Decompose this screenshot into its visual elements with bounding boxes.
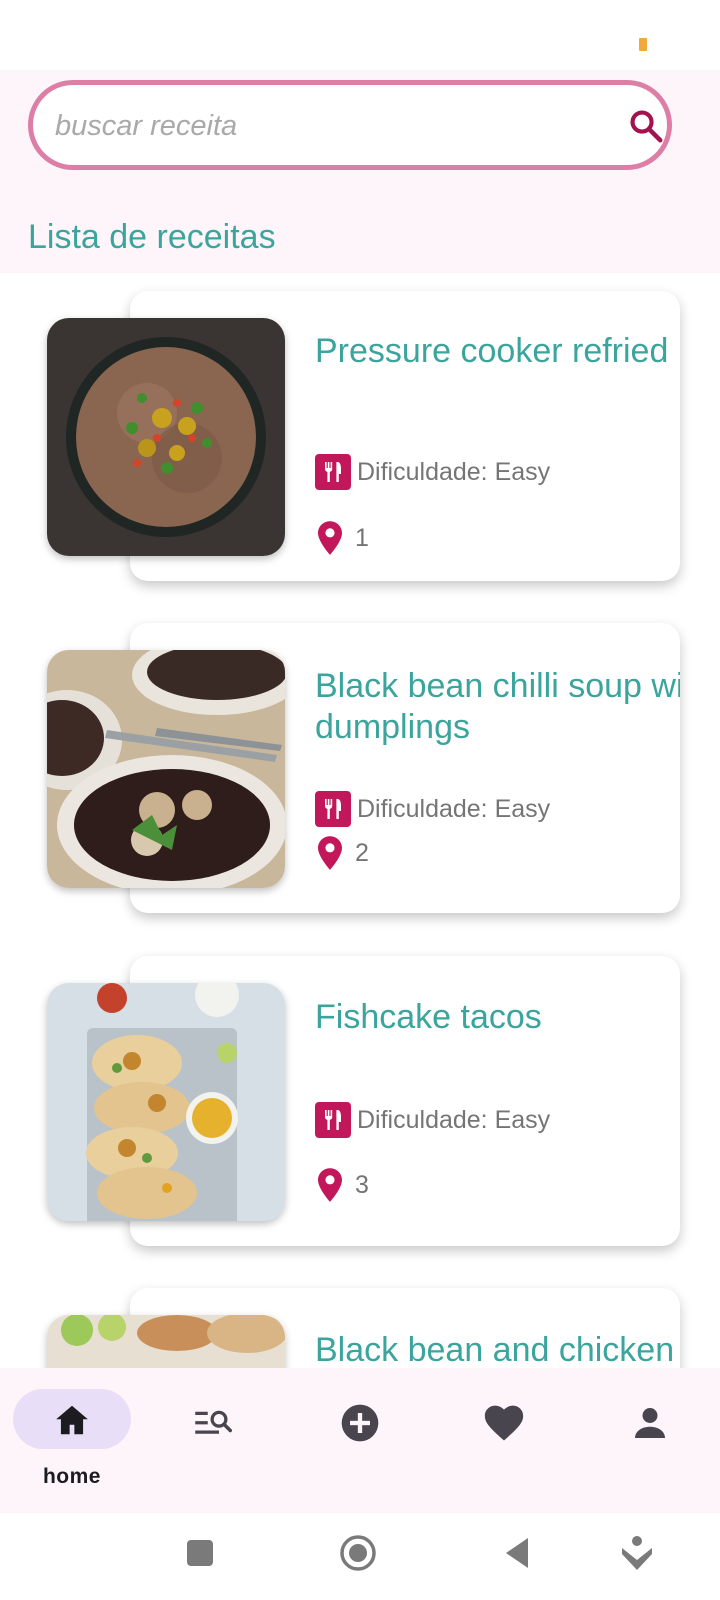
status-indicator-icon — [639, 38, 647, 51]
difficulty-row: Dificuldade: Easy — [315, 791, 550, 827]
nav-home-label: home — [42, 1465, 101, 1488]
restaurant-icon — [315, 791, 351, 827]
location-pin-icon — [318, 521, 342, 555]
home-button-icon[interactable] — [339, 1534, 377, 1572]
recipe-title: Black bean and chicken burritos — [315, 1331, 680, 1368]
recipe-title: Fishcake tacos — [315, 998, 542, 1036]
location-pin-icon — [318, 836, 342, 870]
bottom-navigation: home — [0, 1368, 720, 1513]
section-title: Lista de receitas — [28, 218, 276, 256]
search-list-icon — [195, 1410, 232, 1434]
recipe-title: Black bean chilli soup with dumplings — [315, 667, 680, 746]
recipe-image[interactable] — [47, 983, 285, 1221]
search-input[interactable] — [53, 100, 597, 152]
recents-icon[interactable] — [185, 1538, 215, 1568]
add-circle-icon — [341, 1404, 379, 1442]
home-icon — [56, 1405, 88, 1435]
difficulty-row: Dificuldade: Easy — [315, 1102, 550, 1138]
nav-add-recipe[interactable] — [288, 1368, 432, 1513]
recipe-image[interactable] — [47, 1315, 285, 1368]
nav-profile[interactable] — [576, 1368, 720, 1513]
recipe-image[interactable] — [47, 650, 285, 888]
id-row: 2 — [315, 835, 369, 871]
restaurant-icon — [315, 1102, 351, 1138]
difficulty-label: Dificuldade: Easy — [357, 1105, 551, 1134]
restaurant-icon — [315, 454, 351, 490]
id-row: 1 — [315, 520, 369, 556]
nav-home[interactable]: home — [0, 1368, 144, 1513]
recipe-id: 3 — [355, 1170, 369, 1199]
recipe-id: 1 — [355, 523, 369, 552]
location-pin-icon — [318, 1168, 342, 1202]
heart-icon — [484, 1405, 524, 1441]
recipe-list[interactable]: Pressure cooker refried beans Dificuldad… — [0, 273, 720, 1368]
difficulty-label: Dificuldade: Easy — [357, 457, 551, 486]
id-row: 3 — [315, 1167, 369, 1203]
recipe-image[interactable] — [47, 318, 285, 556]
search-bar[interactable] — [28, 80, 672, 170]
nav-favorites[interactable] — [432, 1368, 576, 1513]
difficulty-label: Dificuldade: Easy — [357, 794, 551, 823]
recipe-title: Pressure cooker refried beans — [315, 332, 680, 370]
system-navigation-bar — [0, 1513, 720, 1600]
search-icon[interactable] — [627, 107, 665, 145]
status-bar — [0, 0, 720, 70]
recipe-id: 2 — [355, 838, 369, 867]
accessibility-icon[interactable] — [620, 1534, 654, 1572]
difficulty-row: Dificuldade: Easy — [315, 454, 550, 490]
back-icon[interactable] — [502, 1535, 532, 1571]
person-icon — [635, 1408, 665, 1438]
nav-search-list[interactable] — [144, 1368, 288, 1513]
